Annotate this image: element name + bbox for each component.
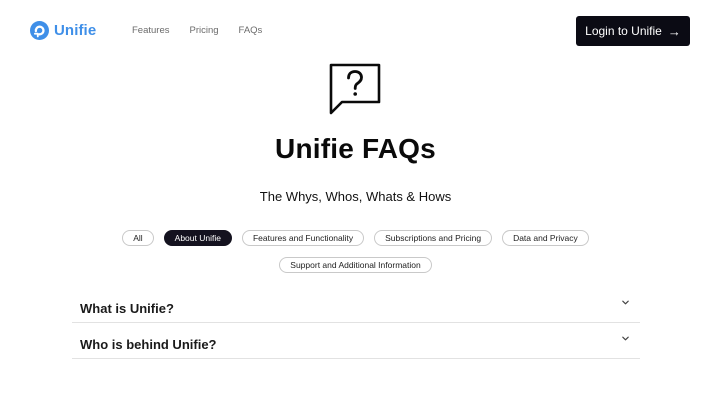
logo-text: Unifie [54,22,97,39]
filter-chips-row: Support and Additional Information [0,257,711,273]
nav-link-features[interactable]: Features [132,25,170,36]
chevron-down-icon [622,300,629,305]
page-subtitle: The Whys, Whos, Whats & Hows [259,189,452,204]
filter-chip-all[interactable]: All [122,230,154,246]
faq-question: What is Unifie? [80,301,174,316]
faq-page: Unifie Features Pricing FAQs Login to Un… [0,0,711,400]
filter-chip-features-functionality[interactable]: Features and Functionality [241,230,365,246]
question-bubble-icon [329,63,381,115]
nav-link-pricing[interactable]: Pricing [190,25,219,36]
unifie-logo-icon [30,21,49,40]
filter-chip-support[interactable]: Support and Additional Information [279,257,432,273]
filter-chips-row: All About Unifie Features and Functional… [0,230,711,246]
filter-chip-data-privacy[interactable]: Data and Privacy [502,230,589,246]
main-nav: Features Pricing FAQs [132,25,262,36]
nav-link-faqs[interactable]: FAQs [239,25,263,36]
faq-list: What is Unifie? Who is behind Unifie? [72,287,640,359]
arrow-right-icon: → [667,23,681,39]
login-button[interactable]: Login to Unifie → [576,16,690,46]
faq-item[interactable]: Who is behind Unifie? [72,323,640,359]
filter-chip-subscriptions-pricing[interactable]: Subscriptions and Pricing [374,230,493,246]
faq-item[interactable]: What is Unifie? [72,287,640,323]
site-header: Unifie Features Pricing FAQs Login to Un… [0,0,711,62]
faq-question: Who is behind Unifie? [80,337,217,352]
login-button-label: Login to Unifie [585,24,662,38]
page-title: Unifie FAQs [275,133,436,164]
logo-link[interactable]: Unifie [30,21,96,40]
chevron-down-icon [622,336,629,341]
filter-chip-about-unifie[interactable]: About Unifie [163,230,232,246]
